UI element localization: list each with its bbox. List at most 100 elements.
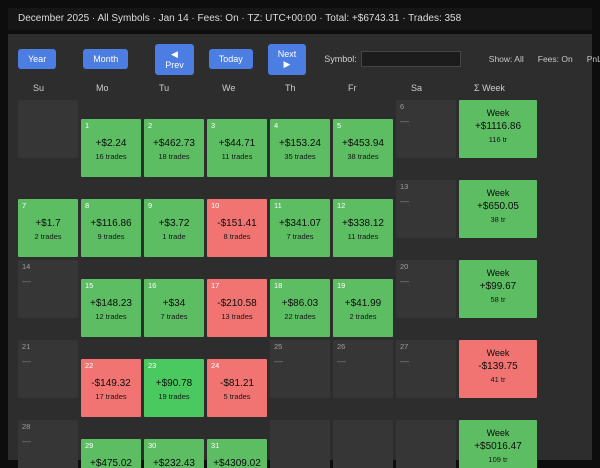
day-cell-22[interactable]: 22 -$149.32 17 trades [81,359,141,417]
day-cell-26[interactable]: 26 — [333,340,393,398]
cell-pnl: +$90.78 [155,378,193,389]
day-number: 27 [400,342,409,351]
day-cell-24[interactable]: 24 -$81.21 5 trades [207,359,267,417]
day-number: 10 [211,201,220,210]
cell-trades: 11 trades [221,152,253,161]
cell-trades: 12 trades [95,312,127,321]
symbol-label: Symbol: [324,54,357,64]
cell-trades: 116 tr [488,135,508,144]
day-cell-23[interactable]: 23 +$90.78 19 trades [144,359,204,417]
day-cell-5[interactable]: 5 +$453.94 38 trades [333,119,393,177]
day-number: 2 [148,121,153,130]
day-cell-4[interactable]: 4 +$153.24 35 trades [270,119,330,177]
day-cell-9[interactable]: 9 +$3.72 1 trade [144,199,204,257]
cell-pnl: +$34 [162,298,186,309]
cell-pnl: +$153.24 [279,138,321,149]
cell-trades: 11 trades [347,232,379,241]
today-button[interactable]: Today [208,49,253,69]
day-cell-28[interactable]: 28 — [18,420,78,468]
day-cell-21[interactable]: 21 — [18,340,78,398]
cell-pnl: +$453.94 [342,138,384,149]
calendar-panel: Year Month ◀ Prev Today Next ▶ Symbol: S… [8,34,600,468]
week-summary-cell-5[interactable]: Week +$5016.47 109 tr [459,420,537,468]
weekday-header-week-sum: Σ Week [474,83,505,93]
day-cell-29[interactable]: 29+$475.0241 trades [81,439,141,468]
week-summary-cell-3[interactable]: Week +$99.67 58 tr [459,260,537,318]
day-number: 1 [85,121,90,130]
cell-pnl: -$151.41 [217,218,257,229]
day-cell-3[interactable]: 3 +$44.71 11 trades [207,119,267,177]
cell-pnl: +$4309.02 [213,458,261,468]
day-cell-6[interactable]: 6— [396,100,456,158]
cell-trades: 17 trades [95,392,127,401]
day-cell-13[interactable]: 13 — [396,180,456,238]
day-cell-27[interactable]: 27 — [396,340,456,398]
cell-trades: 13 trades [221,312,253,321]
week-label: Week [486,108,510,118]
day-number: 23 [148,361,157,370]
day-cell-18[interactable]: 18 +$86.03 22 trades [270,279,330,337]
day-number: 19 [337,281,346,290]
day-cell-25[interactable]: 25 — [270,340,330,398]
day-number: 21 [22,342,31,351]
fees-toggle[interactable]: Fees: On [538,54,573,64]
cell-pnl: -$81.21 [220,378,254,389]
blank-cell [270,420,330,468]
cell-trades: 41 tr [490,375,506,384]
no-trade-dash: — [400,196,409,206]
blank-cell [333,420,393,468]
cell-pnl: +$341.07 [279,218,321,229]
show-toggle[interactable]: Show: All [489,54,524,64]
day-cell-12[interactable]: 12 +$338.12 11 trades [333,199,393,257]
summary-title-bar: December 2025 · All Symbols · Jan 14 · F… [8,8,592,30]
day-number: 6 [400,102,405,111]
cell-trades: 7 trades [160,312,188,321]
pnl-toggle[interactable]: PnL: On [587,54,600,64]
week-summary-cell-2[interactable]: Week +$650.05 38 tr [459,180,537,238]
month-button[interactable]: Month [83,49,129,69]
cell-trades: 19 trades [158,392,190,401]
day-cell-14[interactable]: 14 — [18,260,78,318]
day-cell-30[interactable]: 30+$232.4312 trades [144,439,204,468]
cell-pnl: +$2.24 [95,138,127,149]
day-cell-8[interactable]: 8 +$116.86 9 trades [81,199,141,257]
prev-button[interactable]: ◀ Prev [155,43,194,75]
cell-pnl: +$232.43 [153,458,195,468]
week-label: Week [486,188,510,198]
cell-pnl: +$462.73 [153,138,195,149]
day-cell-7[interactable]: 7 +$1.7 2 trades [18,199,78,257]
week-summary-cell-4[interactable]: Week -$139.75 41 tr [459,340,537,398]
next-button[interactable]: Next ▶ [267,43,307,75]
cell-pnl: -$139.75 [478,361,518,372]
cell-trades: 35 trades [284,152,316,161]
year-button[interactable]: Year [18,49,57,69]
week-summary-cell-1[interactable]: Week +$1116.86 116 tr [459,100,537,158]
day-cell-20[interactable]: 20 — [396,260,456,318]
no-trade-dash: — [22,276,31,286]
symbol-input[interactable] [360,51,461,67]
no-trade-dash: — [22,356,31,366]
no-trade-dash: — [274,356,283,366]
day-cell-1[interactable]: 1 +$2.24 16 trades [81,119,141,177]
day-number: 15 [85,281,94,290]
cell-pnl: +$3.72 [158,218,190,229]
day-number: 20 [400,262,409,271]
cell-trades: 109 tr [488,455,508,464]
weekday-header-mo: Mo [96,83,109,93]
day-cell-16[interactable]: 16 +$34 7 trades [144,279,204,337]
cell-trades: 58 tr [490,295,506,304]
day-cell-10[interactable]: 10 -$151.41 8 trades [207,199,267,257]
day-cell-11[interactable]: 11 +$341.07 7 trades [270,199,330,257]
day-cell-31[interactable]: 31+$4309.0256 trades [207,439,267,468]
day-number: 30 [148,441,157,450]
cell-pnl: +$1116.86 [474,121,522,132]
day-cell-15[interactable]: 15 +$148.23 12 trades [81,279,141,337]
day-cell-19[interactable]: 19 +$41.99 2 trades [333,279,393,337]
cell-pnl: +$5016.47 [474,441,522,452]
weekday-header-sa: Sa [411,83,423,93]
day-cell-2[interactable]: 2 +$462.73 18 trades [144,119,204,177]
day-cell-17[interactable]: 17 -$210.58 13 trades [207,279,267,337]
no-trade-dash: — [337,356,346,366]
cell-pnl: +$338.12 [342,218,384,229]
toggle-group: Show: All Fees: On PnL: On Trades: On We… [475,54,600,64]
